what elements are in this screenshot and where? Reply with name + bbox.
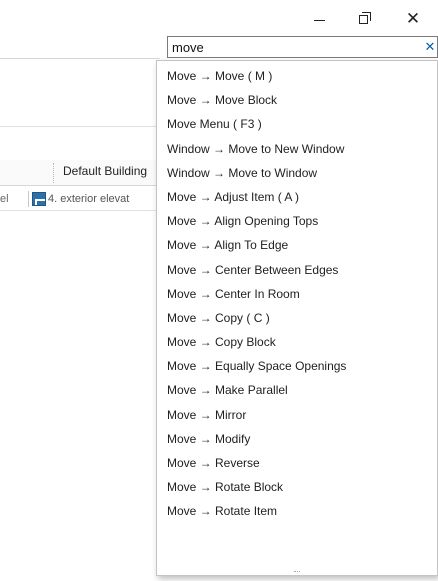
result-item[interactable]: Move → Copy Block (157, 330, 437, 354)
minimize-icon (313, 19, 325, 21)
command-search-input[interactable] (170, 38, 424, 56)
default-building-dropdown[interactable]: Default Building (63, 164, 158, 178)
result-item[interactable]: Move → Align To Edge (157, 233, 437, 257)
command-search-results: Move → Move ( M ) Move → Move Block Move M… (156, 60, 438, 576)
result-item[interactable]: Move → Rotate Item (157, 499, 437, 523)
result-item[interactable]: Window → Move to New Window (157, 137, 437, 161)
result-item[interactable]: Move → Equally Space Openings (157, 354, 437, 378)
result-item[interactable]: Move → Center In Room (157, 282, 437, 306)
result-item[interactable]: Move → Reverse (157, 451, 437, 475)
result-item[interactable]: Move → Center Between Edges (157, 258, 437, 282)
elevation-view-icon (32, 192, 46, 206)
result-item[interactable]: Move → Make Parallel (157, 378, 437, 402)
result-item[interactable]: Move → Adjust Item ( A ) (157, 185, 437, 209)
ribbon-divider (0, 58, 160, 59)
restore-icon (359, 12, 371, 24)
close-icon: ✕ (405, 8, 421, 28)
result-item[interactable]: Move Menu ( F3 ) (157, 112, 437, 136)
result-item[interactable]: Move → Align Opening Tops (157, 209, 437, 233)
results-list: Move → Move ( M ) Move → Move Block Move M… (157, 64, 437, 524)
clear-search-icon[interactable]: ✕ (423, 37, 437, 57)
view-tab-previous[interactable]: el (0, 193, 9, 205)
result-item[interactable]: Move → Move ( M ) (157, 64, 437, 88)
command-search-box: ✕ (167, 36, 438, 58)
ribbon-divider-lower (0, 126, 160, 127)
result-item[interactable]: Move → Move Block (157, 88, 437, 112)
toolbar-separator (53, 163, 54, 183)
restore-button[interactable] (342, 0, 388, 36)
result-item[interactable]: Move → Rotate Block (157, 475, 437, 499)
result-item[interactable]: Move → Copy ( C ) (157, 306, 437, 330)
tab-divider (28, 191, 29, 207)
result-item[interactable]: Move → Modify (157, 427, 437, 451)
view-tab-exterior-elevation[interactable]: 4. exterior elevat (48, 193, 158, 205)
minimize-button[interactable] (296, 0, 342, 36)
result-item[interactable]: Move → Mirror (157, 403, 437, 427)
resize-grip-icon[interactable] (294, 571, 300, 573)
close-button[interactable]: ✕ (388, 0, 438, 36)
result-item[interactable]: Window → Move to Window (157, 161, 437, 185)
